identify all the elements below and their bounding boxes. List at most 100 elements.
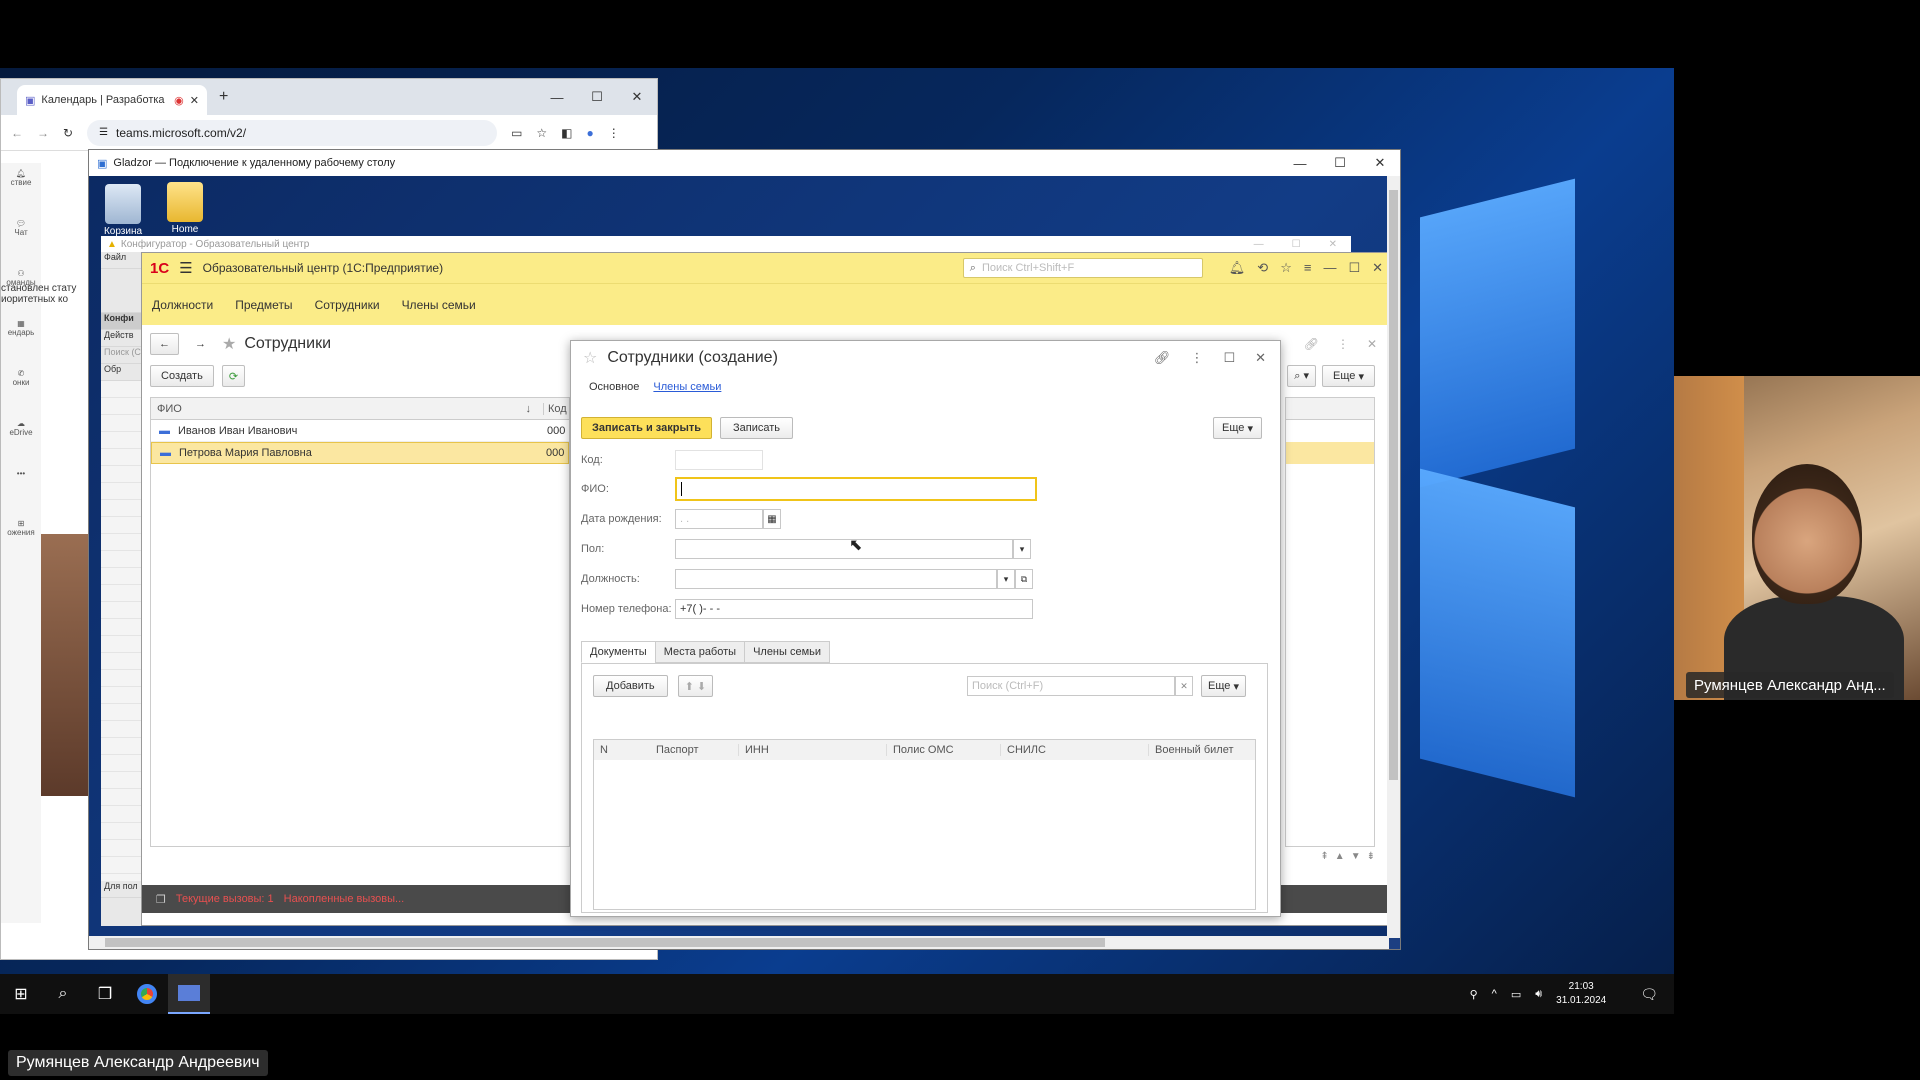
- desktop-icon-recycle-bin[interactable]: Корзина: [93, 184, 153, 237]
- scroll-down-icon[interactable]: ▼: [1351, 851, 1361, 862]
- maximize-icon[interactable]: ☐: [1348, 260, 1360, 276]
- url-field[interactable]: ☰ teams.microsoft.com/v2/: [87, 119, 498, 146]
- column-fio[interactable]: ФИО: [151, 403, 526, 415]
- dropdown-arrow-icon[interactable]: ▾: [1013, 539, 1031, 559]
- chrome-taskbar-icon[interactable]: [126, 974, 168, 1014]
- more-button[interactable]: Еще ▾: [1213, 417, 1262, 439]
- add-button[interactable]: Добавить: [593, 675, 668, 697]
- search-icon[interactable]: ⌕: [42, 974, 84, 1014]
- clock[interactable]: 21:03 31.01.2024: [1556, 980, 1606, 1008]
- documents-more-button[interactable]: Еще ▾: [1201, 675, 1246, 697]
- tab-main[interactable]: Основное: [589, 381, 639, 393]
- sidepanel-icon[interactable]: ◧: [561, 126, 572, 140]
- dropdown-arrow-icon[interactable]: ▾: [997, 569, 1015, 589]
- position-select[interactable]: [675, 569, 997, 589]
- close-icon[interactable]: ✕: [617, 84, 657, 110]
- minimize-icon[interactable]: —: [1280, 150, 1320, 176]
- column-n[interactable]: N: [594, 744, 650, 756]
- section-employees[interactable]: Сотрудники: [315, 298, 380, 312]
- subtab-documents[interactable]: Документы: [581, 641, 656, 663]
- save-button[interactable]: Записать: [720, 417, 794, 439]
- section-positions[interactable]: Должности: [152, 298, 213, 312]
- close-tab-icon[interactable]: ✕: [190, 94, 199, 107]
- rdp-horizontal-scrollbar[interactable]: [89, 936, 1389, 949]
- back-arrow-icon[interactable]: ←: [150, 333, 179, 355]
- column-code[interactable]: Код: [543, 402, 569, 415]
- column-oms[interactable]: Полис ОМС: [886, 744, 1000, 756]
- minimize-icon[interactable]: —: [1254, 239, 1264, 250]
- bell-icon[interactable]: 🔔︎: [1229, 260, 1246, 276]
- minimize-icon[interactable]: —: [537, 84, 577, 110]
- history-icon[interactable]: ⟲: [1257, 260, 1268, 276]
- scroll-up-icon[interactable]: ▲: [1335, 851, 1345, 862]
- chevron-up-icon[interactable]: ^: [1492, 988, 1497, 1000]
- rail-item-activity[interactable]: 🔔︎ ствие: [1, 163, 41, 213]
- table-row[interactable]: ▬ Иванов Иван Иванович 000: [151, 420, 569, 442]
- favorite-star-icon[interactable]: ☆: [583, 348, 597, 368]
- close-icon[interactable]: ✕: [1360, 150, 1400, 176]
- maximize-icon[interactable]: ☐: [1223, 350, 1235, 366]
- minimize-icon[interactable]: —: [1323, 260, 1336, 276]
- start-windows-icon[interactable]: ⊞: [0, 974, 42, 1014]
- rdp-vertical-scrollbar[interactable]: [1387, 176, 1400, 938]
- kebab-menu-icon[interactable]: ⋮: [1190, 350, 1203, 366]
- person-icon[interactable]: ⚲: [1470, 988, 1478, 1001]
- menu-file[interactable]: Файл: [101, 252, 142, 269]
- notification-icon[interactable]: 🗨︎: [1640, 986, 1658, 1003]
- rdp-taskbar-icon[interactable]: [168, 974, 210, 1014]
- close-icon[interactable]: ✕: [1367, 337, 1377, 351]
- open-link-icon[interactable]: ⧉: [1015, 569, 1033, 589]
- new-tab-icon[interactable]: +: [219, 88, 228, 106]
- maximize-icon[interactable]: ☐: [1292, 239, 1301, 250]
- column-military-id[interactable]: Военный билет: [1148, 744, 1255, 756]
- subtab-workplaces[interactable]: Места работы: [654, 641, 746, 663]
- site-info-icon[interactable]: ☰: [99, 127, 108, 138]
- rail-item-calls[interactable]: ✆ онки: [1, 363, 41, 413]
- move-up-down-icon[interactable]: ⬆ ⬇: [677, 675, 714, 697]
- rail-item-chat[interactable]: 💬︎ Чат: [1, 213, 41, 263]
- link-icon[interactable]: 🔗︎: [1304, 337, 1319, 351]
- camera-icon[interactable]: ▭: [511, 126, 522, 140]
- actions-menu[interactable]: Действ: [101, 330, 142, 347]
- rail-item-calendar[interactable]: ▦ ендарь: [1, 313, 41, 363]
- status-accumulated-calls[interactable]: Накопленные вызовы...: [284, 893, 405, 905]
- chrome-tab[interactable]: ▣ Календарь | Разработка к ◉ ✕: [17, 85, 207, 115]
- section-family-members[interactable]: Члены семьи: [402, 298, 476, 312]
- profile-icon[interactable]: ●: [587, 126, 594, 140]
- favorites-star-icon[interactable]: ☆: [1280, 260, 1292, 276]
- fio-field[interactable]: [675, 477, 1037, 501]
- column-inn[interactable]: ИНН: [738, 744, 886, 756]
- close-icon[interactable]: ✕: [1329, 239, 1337, 250]
- birth-date-field[interactable]: . .: [675, 509, 763, 529]
- favorite-star-icon[interactable]: ★: [222, 334, 236, 354]
- forward-arrow-icon[interactable]: →: [187, 333, 214, 355]
- subtab-family-members[interactable]: Члены семьи: [744, 641, 831, 663]
- rail-item-apps[interactable]: ⊞ ожения: [1, 513, 41, 563]
- status-current-calls[interactable]: Текущие вызовы: 1: [176, 893, 274, 905]
- rail-item-onedrive[interactable]: ☁ eDrive: [1, 413, 41, 463]
- network-icon[interactable]: ▭: [1511, 988, 1521, 1001]
- save-and-close-button[interactable]: Записать и закрыть: [581, 417, 713, 439]
- task-view-icon[interactable]: ❒: [84, 974, 126, 1014]
- phone-field[interactable]: +7( )- - -: [675, 599, 1033, 619]
- desktop-icon-home[interactable]: Home: [155, 182, 215, 235]
- link-icon[interactable]: 🔗︎: [1154, 350, 1171, 366]
- gender-select[interactable]: [675, 539, 1013, 559]
- section-subjects[interactable]: Предметы: [235, 298, 292, 312]
- configuration-tree[interactable]: [101, 381, 142, 881]
- search-icon[interactable]: ⌕ ▾: [1287, 365, 1317, 387]
- column-passport[interactable]: Паспорт: [650, 744, 738, 756]
- global-search-input[interactable]: ⌕ Поиск Ctrl+Shift+F: [962, 258, 1203, 278]
- column-snils[interactable]: СНИЛС: [1000, 744, 1148, 756]
- refresh-icon[interactable]: ⟳: [221, 365, 246, 387]
- maximize-icon[interactable]: ☐: [577, 84, 617, 110]
- chrome-menu-icon[interactable]: ⋮: [608, 126, 620, 140]
- maximize-icon[interactable]: ☐: [1320, 150, 1360, 176]
- forward-icon[interactable]: →: [37, 126, 49, 140]
- rail-item-more[interactable]: •••: [1, 463, 41, 513]
- clear-search-icon[interactable]: ✕: [1175, 676, 1193, 696]
- create-button[interactable]: Создать: [150, 365, 214, 387]
- more-button[interactable]: Еще ▾: [1322, 365, 1375, 387]
- tree-root[interactable]: Обр: [101, 364, 142, 381]
- documents-table-body[interactable]: [593, 760, 1256, 910]
